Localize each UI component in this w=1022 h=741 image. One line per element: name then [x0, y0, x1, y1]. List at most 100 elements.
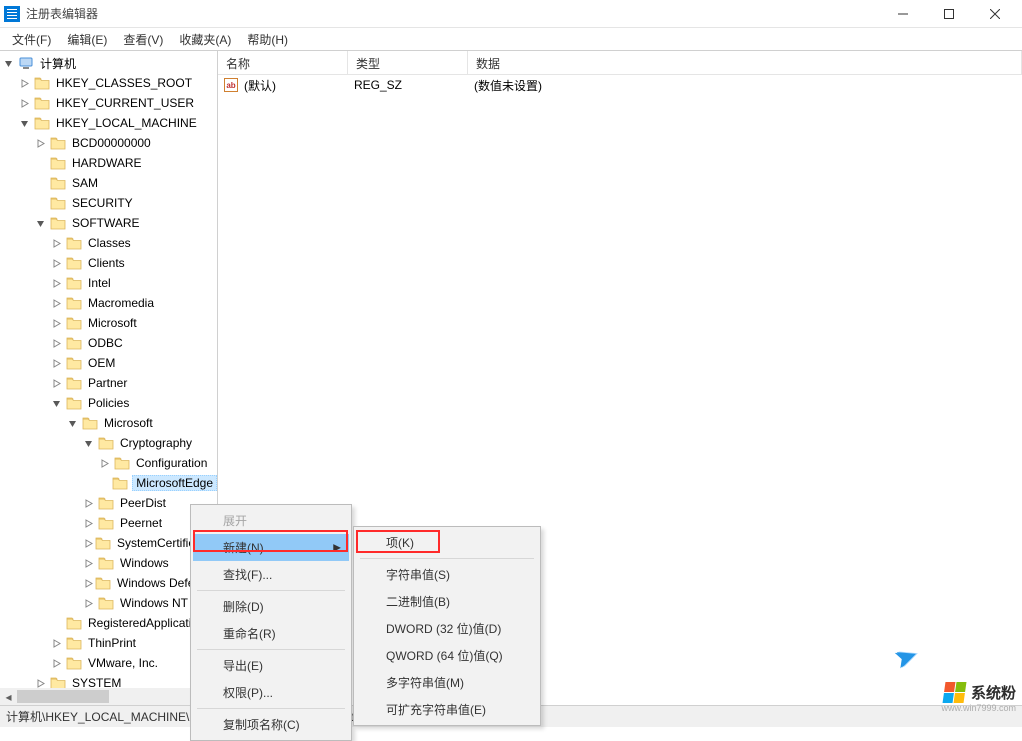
menu-item[interactable]: 重命名(R)	[193, 620, 349, 647]
minimize-button[interactable]	[880, 0, 926, 28]
tree-item[interactable]: MicrosoftEdge	[0, 473, 217, 493]
tree-item[interactable]: PeerDist	[0, 493, 217, 513]
tree-item[interactable]: HKEY_CLASSES_ROOT	[0, 73, 217, 93]
menu-item[interactable]: 删除(D)	[193, 593, 349, 620]
expander-icon[interactable]	[4, 59, 16, 68]
tree-root[interactable]: 计算机	[0, 53, 217, 73]
expander-icon[interactable]	[52, 359, 64, 368]
tree-item[interactable]: Policies	[0, 393, 217, 413]
tree-item[interactable]: Windows	[0, 553, 217, 573]
menu-separator	[360, 558, 534, 559]
menu-item[interactable]: 二进制值(B)	[356, 588, 538, 615]
expander-icon[interactable]	[36, 219, 48, 228]
expander-icon[interactable]	[84, 499, 96, 508]
menu-file[interactable]: 文件(F)	[4, 28, 59, 51]
expander-icon[interactable]	[52, 239, 64, 248]
tree-item[interactable]: SAM	[0, 173, 217, 193]
tree-item[interactable]: BCD00000000	[0, 133, 217, 153]
expander-icon[interactable]	[52, 299, 64, 308]
tree-item[interactable]: Configuration	[0, 453, 217, 473]
menu-item[interactable]: 导出(E)	[193, 652, 349, 679]
expander-icon[interactable]	[52, 639, 64, 648]
submenu-arrow-icon: ▶	[333, 542, 341, 553]
tree-label: HKEY_CLASSES_ROOT	[54, 75, 194, 91]
folder-icon	[114, 456, 130, 470]
expander-icon[interactable]	[20, 79, 32, 88]
expander-icon[interactable]	[36, 679, 48, 688]
menu-item[interactable]: DWORD (32 位)值(D)	[356, 615, 538, 642]
tree-item[interactable]: ODBC	[0, 333, 217, 353]
menu-item[interactable]: QWORD (64 位)值(Q)	[356, 642, 538, 669]
tree-item[interactable]: SystemCertificates	[0, 533, 217, 553]
menu-favorites[interactable]: 收藏夹(A)	[171, 28, 239, 51]
menu-view[interactable]: 查看(V)	[115, 28, 171, 51]
expander-icon[interactable]	[84, 439, 96, 448]
menu-help[interactable]: 帮助(H)	[239, 28, 296, 51]
tree-item[interactable]: Windows NT	[0, 593, 217, 613]
expander-icon[interactable]	[52, 379, 64, 388]
tree-item[interactable]: HARDWARE	[0, 153, 217, 173]
tree-item[interactable]: Intel	[0, 273, 217, 293]
expander-icon[interactable]	[36, 139, 48, 148]
expander-icon[interactable]	[52, 339, 64, 348]
tree-item[interactable]: Cryptography	[0, 433, 217, 453]
menu-item[interactable]: 字符串值(S)	[356, 561, 538, 588]
menu-edit[interactable]: 编辑(E)	[59, 28, 115, 51]
tree-item[interactable]: ThinPrint	[0, 633, 217, 653]
folder-icon	[66, 296, 82, 310]
expander-icon[interactable]	[100, 459, 112, 468]
value-row[interactable]: ab(默认)REG_SZ(数值未设置)	[218, 75, 1022, 95]
context-menu-new-submenu[interactable]: 项(K) 字符串值(S)二进制值(B)DWORD (32 位)值(D)QWORD …	[353, 526, 541, 726]
tree-item[interactable]: Microsoft	[0, 313, 217, 333]
tree-label: 计算机	[38, 54, 78, 73]
menu-item[interactable]: 可扩充字符串值(E)	[356, 696, 538, 723]
menu-item[interactable]: 查找(F)...	[193, 561, 349, 588]
column-name[interactable]: 名称	[218, 51, 348, 74]
maximize-button[interactable]	[926, 0, 972, 28]
tree-item[interactable]: HKEY_LOCAL_MACHINE	[0, 113, 217, 133]
tree-item[interactable]: VMware, Inc.	[0, 653, 217, 673]
expander-icon[interactable]	[52, 279, 64, 288]
menu-item[interactable]: 多字符串值(M)	[356, 669, 538, 696]
tree-item[interactable]: HKEY_CURRENT_USER	[0, 93, 217, 113]
tree-item[interactable]: Windows Defender	[0, 573, 217, 593]
expander-icon[interactable]	[52, 659, 64, 668]
menu-item[interactable]: 复制项名称(C)	[193, 711, 349, 738]
menu-item[interactable]: 项(K)	[356, 529, 538, 556]
tree-item[interactable]: OEM	[0, 353, 217, 373]
tree-item[interactable]: Microsoft	[0, 413, 217, 433]
app-icon	[4, 6, 20, 22]
tree-item[interactable]: Clients	[0, 253, 217, 273]
folder-icon	[34, 116, 50, 130]
scroll-track[interactable]	[17, 688, 200, 705]
expander-icon[interactable]	[20, 119, 32, 128]
expander-icon[interactable]	[84, 519, 96, 528]
column-type[interactable]: 类型	[348, 51, 468, 74]
registry-tree[interactable]: 计算机 HKEY_CLASSES_ROOT HKEY_CURRENT_USERHKE…	[0, 51, 217, 695]
expander-icon[interactable]	[84, 539, 93, 548]
expander-icon[interactable]	[52, 259, 64, 268]
tree-scrollbar[interactable]: ◂ ▸	[0, 688, 217, 705]
tree-item[interactable]: Peernet	[0, 513, 217, 533]
menu-item[interactable]: 新建(N)▶	[193, 534, 349, 561]
tree-label: Windows NT	[118, 595, 190, 611]
menu-item[interactable]: 权限(P)...	[193, 679, 349, 706]
expander-icon[interactable]	[68, 419, 80, 428]
tree-item[interactable]: RegisteredApplications	[0, 613, 217, 633]
tree-item[interactable]: Macromedia	[0, 293, 217, 313]
column-data[interactable]: 数据	[468, 51, 1022, 74]
tree-item[interactable]: Classes	[0, 233, 217, 253]
tree-item[interactable]: SOFTWARE	[0, 213, 217, 233]
expander-icon[interactable]	[84, 579, 93, 588]
context-menu-main[interactable]: 展开新建(N)▶查找(F)...删除(D)重命名(R)导出(E)权限(P)...…	[190, 504, 352, 741]
expander-icon[interactable]	[52, 399, 64, 408]
expander-icon[interactable]	[84, 559, 96, 568]
scroll-thumb[interactable]	[17, 690, 109, 703]
tree-item[interactable]: Partner	[0, 373, 217, 393]
expander-icon[interactable]	[84, 599, 96, 608]
expander-icon[interactable]	[52, 319, 64, 328]
tree-item[interactable]: SECURITY	[0, 193, 217, 213]
scroll-left-icon[interactable]: ◂	[0, 688, 17, 705]
close-button[interactable]	[972, 0, 1018, 28]
expander-icon[interactable]	[20, 99, 32, 108]
